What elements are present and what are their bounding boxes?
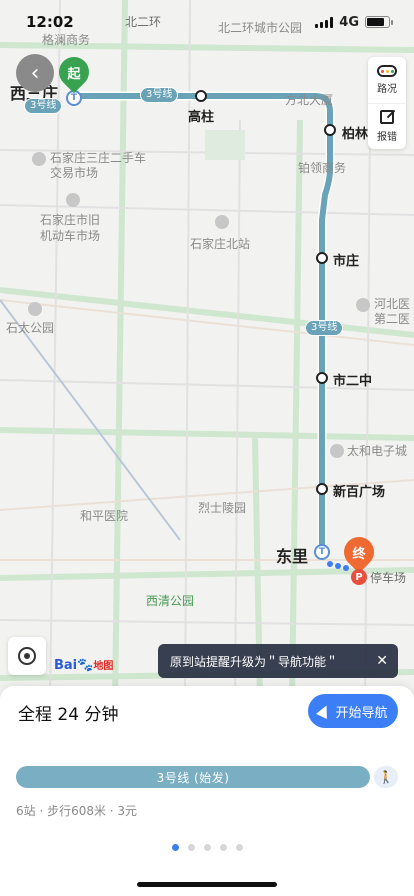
poi-label-hebei-2: 第二医 — [374, 312, 411, 326]
status-bar: 12:02 4G — [0, 0, 414, 44]
station-xinbai[interactable]: 新百广场 — [333, 481, 385, 500]
metro-station-icon: T — [314, 544, 330, 560]
traffic-label: 路况 — [377, 84, 397, 95]
poi-label-jiufu-1: 石家庄市旧 — [40, 213, 101, 227]
poi-marker — [215, 215, 229, 229]
locate-button[interactable] — [8, 637, 46, 675]
poi-marker — [32, 152, 46, 166]
navigation-arrow-icon — [316, 703, 333, 719]
station-shizhuang[interactable]: 市庄 — [333, 250, 359, 269]
poi-label-sanzhuang-2: 交易市场 — [50, 166, 99, 180]
poi-label-zhongling: 铂领商务 — [298, 161, 347, 175]
battery-icon — [365, 16, 393, 28]
poi-label-parking: 停车场 — [370, 571, 407, 585]
poi-label-hebei-1: 河北医 — [374, 297, 411, 311]
route-segment-label: 3号线 (始发) — [156, 770, 230, 785]
page-indicator[interactable] — [0, 844, 414, 851]
close-icon[interactable]: ✕ — [376, 653, 388, 669]
parking-icon: P — [351, 569, 367, 585]
page-dot[interactable] — [219, 844, 227, 851]
toast-text: 原到站提醒升级为＂导航功能＂ — [170, 654, 339, 669]
station-gaozhu[interactable]: 高柱 — [188, 106, 214, 125]
start-navigation-label: 开始导航 — [335, 705, 388, 721]
network-label: 4G — [339, 14, 359, 30]
page-dot[interactable] — [203, 844, 211, 851]
status-indicators: 4G — [315, 14, 393, 30]
route-segment-bar[interactable]: 3号线 (始发) — [16, 766, 370, 788]
edit-icon — [380, 110, 394, 124]
map-canvas — [0, 0, 414, 700]
baidu-logo: Bai🐾地图 — [54, 658, 114, 673]
route-summary: 6站 · 步行608米 · 3元 — [16, 804, 138, 818]
start-navigation-button[interactable]: 开始导航 — [308, 694, 398, 728]
poi-label-sanzhuang-1: 石家庄三庄二手车 — [50, 151, 147, 165]
back-button[interactable]: ‹ — [16, 54, 54, 92]
traffic-button[interactable]: 路况 — [368, 57, 406, 103]
signal-icon — [315, 16, 334, 28]
poi-label-lieshi: 烈士陵园 — [198, 501, 247, 515]
report-label: 报错 — [377, 132, 397, 143]
locate-icon — [18, 647, 36, 665]
line-tag: 3号线 — [24, 98, 63, 114]
station-bolin[interactable]: 柏林 — [342, 123, 368, 142]
poi-label-xiqing-park: 西清公园 — [146, 594, 195, 608]
chevron-left-icon: ‹ — [30, 60, 40, 86]
traffic-icon — [377, 65, 397, 77]
page-dot[interactable] — [187, 844, 195, 851]
walk-icon: 🚶 — [374, 766, 398, 788]
line-tag: 3号线 — [305, 320, 344, 336]
line-tag: 3号线 — [140, 87, 179, 103]
map-tools-panel: 路况 报错 — [368, 57, 406, 149]
poi-marker — [66, 193, 80, 207]
poi-label-north-station: 石家庄北站 — [190, 237, 251, 251]
poi-label-fangbei: 方北大厦 — [285, 93, 334, 107]
poi-label-shitai-park: 石太公园 — [6, 321, 55, 335]
map-view[interactable]: 北二环 格澜商务 北二环城市公园 方北大厦 铂领商务 石家庄三庄二手车 交易市场… — [0, 0, 414, 700]
poi-marker — [356, 298, 370, 312]
status-time: 12:02 — [26, 13, 74, 31]
poi-label-taihe: 太和电子城 — [347, 444, 408, 458]
route-sheet: 全程 24 分钟 开始导航 3号线 (始发) 🚶 6站 · 步行608米 · 3… — [0, 686, 414, 896]
route-duration: 全程 24 分钟 — [18, 705, 119, 725]
report-button[interactable]: 报错 — [368, 103, 406, 149]
home-indicator — [137, 882, 277, 887]
station-shierzhong[interactable]: 市二中 — [333, 370, 372, 389]
page-dot[interactable] — [171, 844, 179, 851]
station-dongli[interactable]: 东里 — [276, 543, 308, 567]
upgrade-toast[interactable]: 原到站提醒升级为＂导航功能＂ ✕ — [158, 644, 398, 678]
poi-label-jiufu-2: 机动车市场 — [40, 229, 101, 243]
poi-label-heping-hospital: 和平医院 — [80, 509, 129, 523]
poi-marker — [28, 302, 42, 316]
poi-marker — [330, 444, 344, 458]
page-dot[interactable] — [235, 844, 243, 851]
